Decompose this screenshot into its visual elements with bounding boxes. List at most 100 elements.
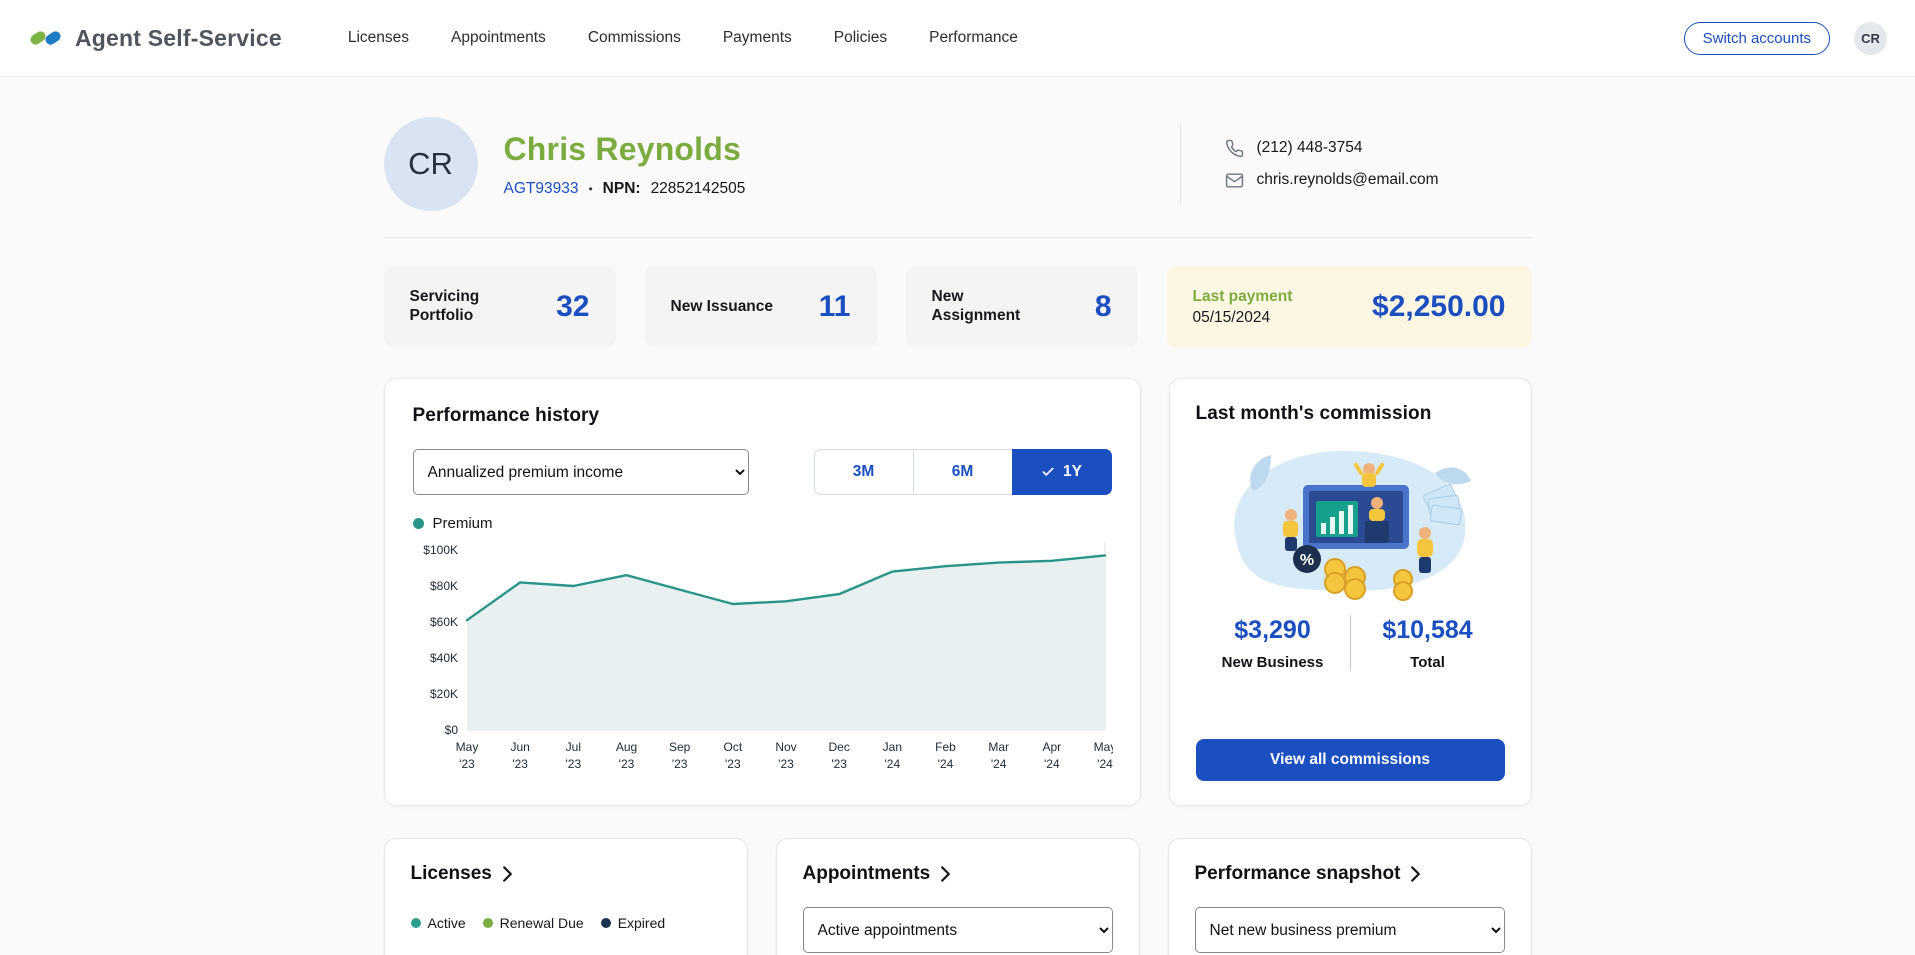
- switch-accounts-button[interactable]: Switch accounts: [1684, 22, 1830, 55]
- range-3m-button[interactable]: 3M: [814, 449, 914, 495]
- top-navigation-bar: Agent Self-Service Licenses Appointments…: [0, 0, 1915, 77]
- appointments-card: Appointments Active appointments: [776, 838, 1140, 955]
- user-avatar[interactable]: CR: [1854, 22, 1887, 55]
- svg-text:'24: '24: [937, 757, 953, 771]
- dashboard-main-row: Performance history Annualized premium i…: [384, 378, 1532, 806]
- main-nav: Licenses Appointments Commissions Paymen…: [348, 29, 1018, 47]
- nav-item-appointments[interactable]: Appointments: [451, 29, 546, 47]
- svg-text:$60K: $60K: [429, 615, 457, 629]
- svg-text:Feb: Feb: [935, 740, 956, 754]
- commission-card: Last month's commission: [1169, 378, 1532, 806]
- svg-text:Sep: Sep: [668, 740, 690, 754]
- svg-text:Jan: Jan: [882, 740, 901, 754]
- chevron-right-icon: [502, 865, 513, 883]
- check-icon: [1041, 465, 1055, 479]
- svg-text:Aug: Aug: [615, 740, 636, 754]
- svg-text:'23: '23: [459, 757, 475, 771]
- metric-select[interactable]: Annualized premium income: [413, 449, 749, 495]
- svg-text:$0: $0: [444, 723, 458, 737]
- svg-text:$20K: $20K: [429, 687, 457, 701]
- svg-text:Mar: Mar: [988, 740, 1009, 754]
- svg-text:'23: '23: [565, 757, 581, 771]
- agent-meta: AGT93933 • NPN: 22852142505: [504, 180, 746, 198]
- agent-email: chris.reynolds@email.com: [1257, 171, 1439, 189]
- last-payment-info: Last payment 05/15/2024: [1193, 288, 1293, 327]
- nav-item-performance[interactable]: Performance: [929, 29, 1018, 47]
- total-label: Total: [1351, 654, 1505, 671]
- brand-logo-icon: [28, 25, 64, 51]
- renewal-due-legend-dot: [483, 918, 493, 928]
- nav-item-commissions[interactable]: Commissions: [588, 29, 681, 47]
- performance-controls: Annualized premium income 3M 6M 1Y: [413, 449, 1112, 495]
- svg-text:'24: '24: [1044, 757, 1060, 771]
- new-business-label: New Business: [1196, 654, 1350, 671]
- profile-divider: [384, 237, 1532, 238]
- licenses-card-title: Licenses: [411, 863, 492, 885]
- agent-profile-header: CR Chris Reynolds AGT93933 • NPN: 228521…: [384, 117, 1532, 211]
- nav-item-policies[interactable]: Policies: [834, 29, 887, 47]
- svg-text:Dec: Dec: [828, 740, 849, 754]
- chart-legend: Premium: [413, 515, 1112, 532]
- svg-text:May: May: [455, 740, 478, 754]
- performance-history-card: Performance history Annualized premium i…: [384, 378, 1141, 806]
- svg-text:May: May: [1093, 740, 1112, 754]
- svg-text:'23: '23: [725, 757, 741, 771]
- svg-text:'23: '23: [618, 757, 634, 771]
- performance-snapshot-title: Performance snapshot: [1195, 863, 1401, 885]
- commission-illustration: %: [1219, 437, 1481, 601]
- svg-text:'24: '24: [990, 757, 1006, 771]
- appointments-card-header[interactable]: Appointments: [803, 863, 1113, 885]
- stats-row: Servicing Portfolio 32 New Issuance 11 N…: [384, 266, 1532, 348]
- svg-text:$80K: $80K: [429, 579, 457, 593]
- phone-icon: [1225, 139, 1244, 158]
- new-business-value: $3,290: [1196, 616, 1350, 645]
- range-6m-button[interactable]: 6M: [913, 449, 1013, 495]
- performance-snapshot-card: Performance snapshot Net new business pr…: [1168, 838, 1532, 955]
- svg-text:Jul: Jul: [565, 740, 580, 754]
- svg-text:$40K: $40K: [429, 651, 457, 665]
- svg-text:'23: '23: [671, 757, 687, 771]
- appointments-filter-select[interactable]: Active appointments: [803, 907, 1113, 953]
- agent-id-link[interactable]: AGT93933: [504, 180, 579, 198]
- app-title: Agent Self-Service: [75, 25, 282, 52]
- meta-separator: •: [588, 182, 592, 196]
- expired-legend-dot: [601, 918, 611, 928]
- performance-history-title: Performance history: [413, 405, 1112, 427]
- performance-line-chart: $0$20K$40K$60K$80K$100KMay'23Jun'23Jul'2…: [413, 534, 1113, 784]
- range-toggle-group: 3M 6M 1Y: [814, 449, 1112, 495]
- svg-text:Nov: Nov: [775, 740, 796, 754]
- stat-new-issuance: New Issuance 11: [645, 266, 877, 348]
- snapshot-metric-select[interactable]: Net new business premium: [1195, 907, 1505, 953]
- last-payment-card: Last payment 05/15/2024 $2,250.00: [1167, 266, 1532, 348]
- main-content: CR Chris Reynolds AGT93933 • NPN: 228521…: [384, 117, 1532, 955]
- performance-snapshot-header[interactable]: Performance snapshot: [1195, 863, 1505, 885]
- svg-text:'23: '23: [512, 757, 528, 771]
- legend-item-expired: Expired: [601, 915, 665, 931]
- premium-legend-label: Premium: [433, 515, 493, 532]
- chevron-right-icon: [1410, 865, 1421, 883]
- licenses-card: Licenses Active Renewal Due Expired: [384, 838, 748, 955]
- range-1y-button[interactable]: 1Y: [1012, 449, 1112, 495]
- appointments-card-title: Appointments: [803, 863, 931, 885]
- legend-item-active: Active: [411, 915, 466, 931]
- nav-item-licenses[interactable]: Licenses: [348, 29, 409, 47]
- stat-value: 8: [1095, 290, 1112, 324]
- svg-text:%: %: [1300, 552, 1314, 569]
- nav-item-payments[interactable]: Payments: [723, 29, 792, 47]
- stat-label: New Assignment: [932, 288, 1036, 325]
- agent-email-row: chris.reynolds@email.com: [1225, 171, 1526, 190]
- licenses-card-header[interactable]: Licenses: [411, 863, 721, 885]
- stat-value: 11: [819, 290, 851, 324]
- dashboard-bottom-row: Licenses Active Renewal Due Expired: [384, 838, 1532, 955]
- agent-phone: (212) 448-3754: [1257, 139, 1363, 157]
- agent-phone-row: (212) 448-3754: [1225, 139, 1526, 158]
- svg-text:Apr: Apr: [1042, 740, 1061, 754]
- svg-text:'23: '23: [831, 757, 847, 771]
- stat-value: 32: [556, 290, 589, 324]
- npn-value: 22852142505: [651, 180, 746, 198]
- licenses-legend: Active Renewal Due Expired: [411, 915, 721, 931]
- view-all-commissions-button[interactable]: View all commissions: [1196, 739, 1505, 781]
- app-brand: Agent Self-Service: [28, 25, 282, 52]
- svg-text:Jun: Jun: [510, 740, 529, 754]
- premium-legend-dot: [413, 518, 424, 529]
